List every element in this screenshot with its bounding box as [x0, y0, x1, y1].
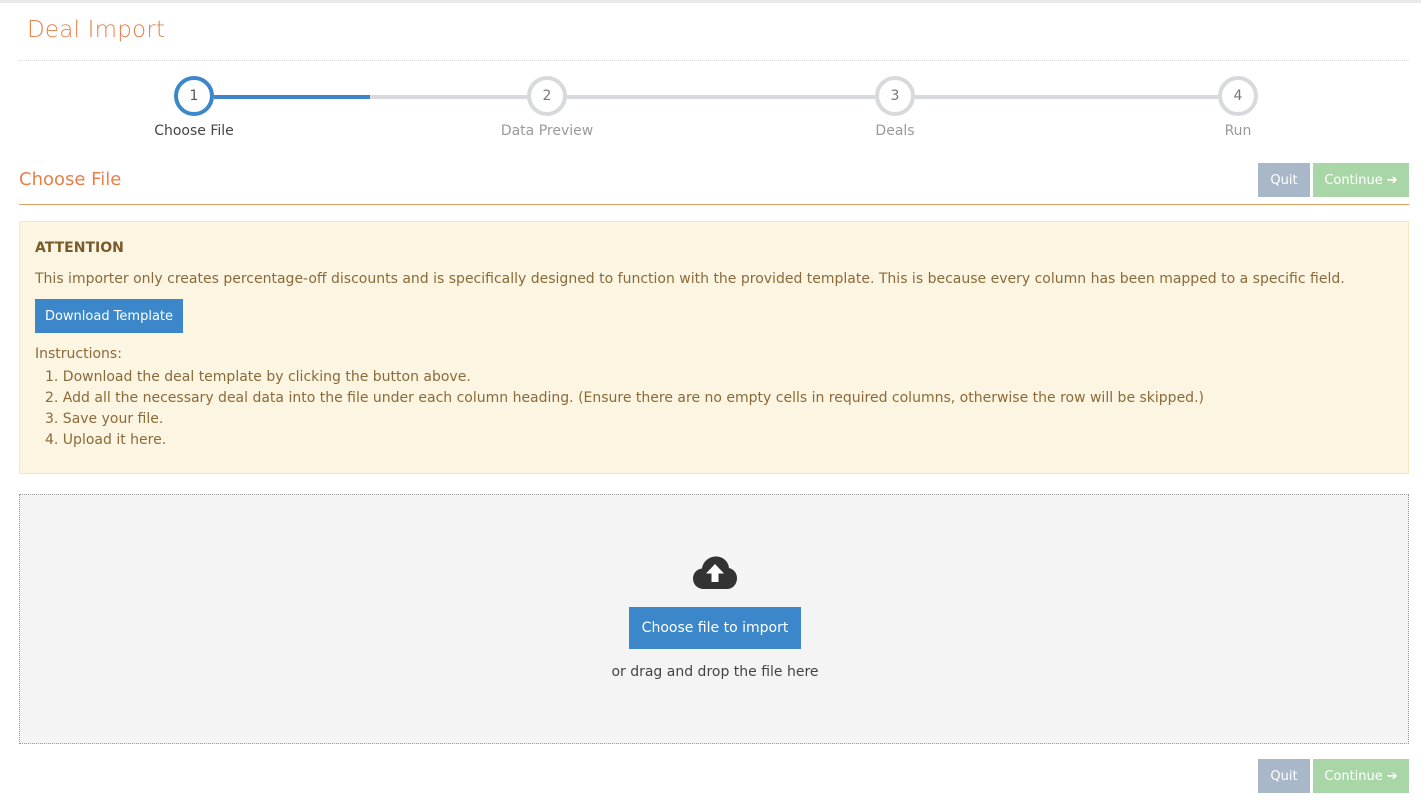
continue-button-label: Continue [1324, 172, 1383, 188]
continue-button[interactable]: Continue ➔ [1313, 163, 1409, 197]
attention-text: This importer only creates percentage-of… [35, 271, 1345, 287]
step-2-circle: 2 [527, 76, 567, 116]
stepper-track [370, 95, 527, 99]
file-dropzone[interactable]: Choose file to import or drag and drop t… [19, 494, 1409, 744]
download-template-button[interactable]: Download Template [35, 299, 183, 333]
import-stepper: 1 2 3 4 Choose File Data Preview Deals R… [0, 76, 1421, 146]
drag-drop-hint: or drag and drop the file here [611, 664, 819, 680]
arrow-right-icon: ➔ [1386, 768, 1398, 784]
instructions-list: 1. Download the deal template by clickin… [35, 367, 1204, 451]
instructions-heading: Instructions: [35, 346, 122, 362]
quit-button-label: Quit [1270, 768, 1298, 784]
continue-button-label: Continue [1324, 768, 1383, 784]
top-border [0, 0, 1421, 3]
page-title: Deal Import [27, 17, 166, 43]
step-4-label: Run [1224, 123, 1252, 139]
stepper-track [915, 95, 1218, 99]
instruction-item: 3. Save your file. [45, 411, 164, 427]
step-1-circle: 1 [174, 76, 214, 116]
step-2-label: Data Preview [500, 123, 594, 139]
step-4-circle: 4 [1218, 76, 1258, 116]
section-divider [19, 204, 1409, 205]
cloud-upload-icon [693, 556, 737, 589]
choose-file-button[interactable]: Choose file to import [629, 607, 801, 649]
step-3-label: Deals [875, 123, 915, 139]
quit-button[interactable]: Quit [1258, 163, 1310, 197]
section-title: Choose File [19, 169, 122, 190]
instruction-item: 4. Upload it here. [45, 432, 167, 448]
stepper-track-completed [214, 95, 370, 99]
instruction-item: 2. Add all the necessary deal data into … [45, 390, 1204, 406]
instruction-item: 1. Download the deal template by clickin… [45, 369, 471, 385]
stepper-track [567, 95, 875, 99]
step-1-label: Choose File [154, 123, 234, 139]
continue-button-bottom[interactable]: Continue ➔ [1313, 759, 1409, 793]
attention-heading: ATTENTION [35, 240, 124, 256]
title-divider [19, 60, 1409, 61]
step-3-circle: 3 [875, 76, 915, 116]
arrow-right-icon: ➔ [1386, 172, 1398, 188]
attention-panel: ATTENTION This importer only creates per… [19, 221, 1409, 474]
quit-button-bottom[interactable]: Quit [1258, 759, 1310, 793]
quit-button-label: Quit [1270, 172, 1298, 188]
